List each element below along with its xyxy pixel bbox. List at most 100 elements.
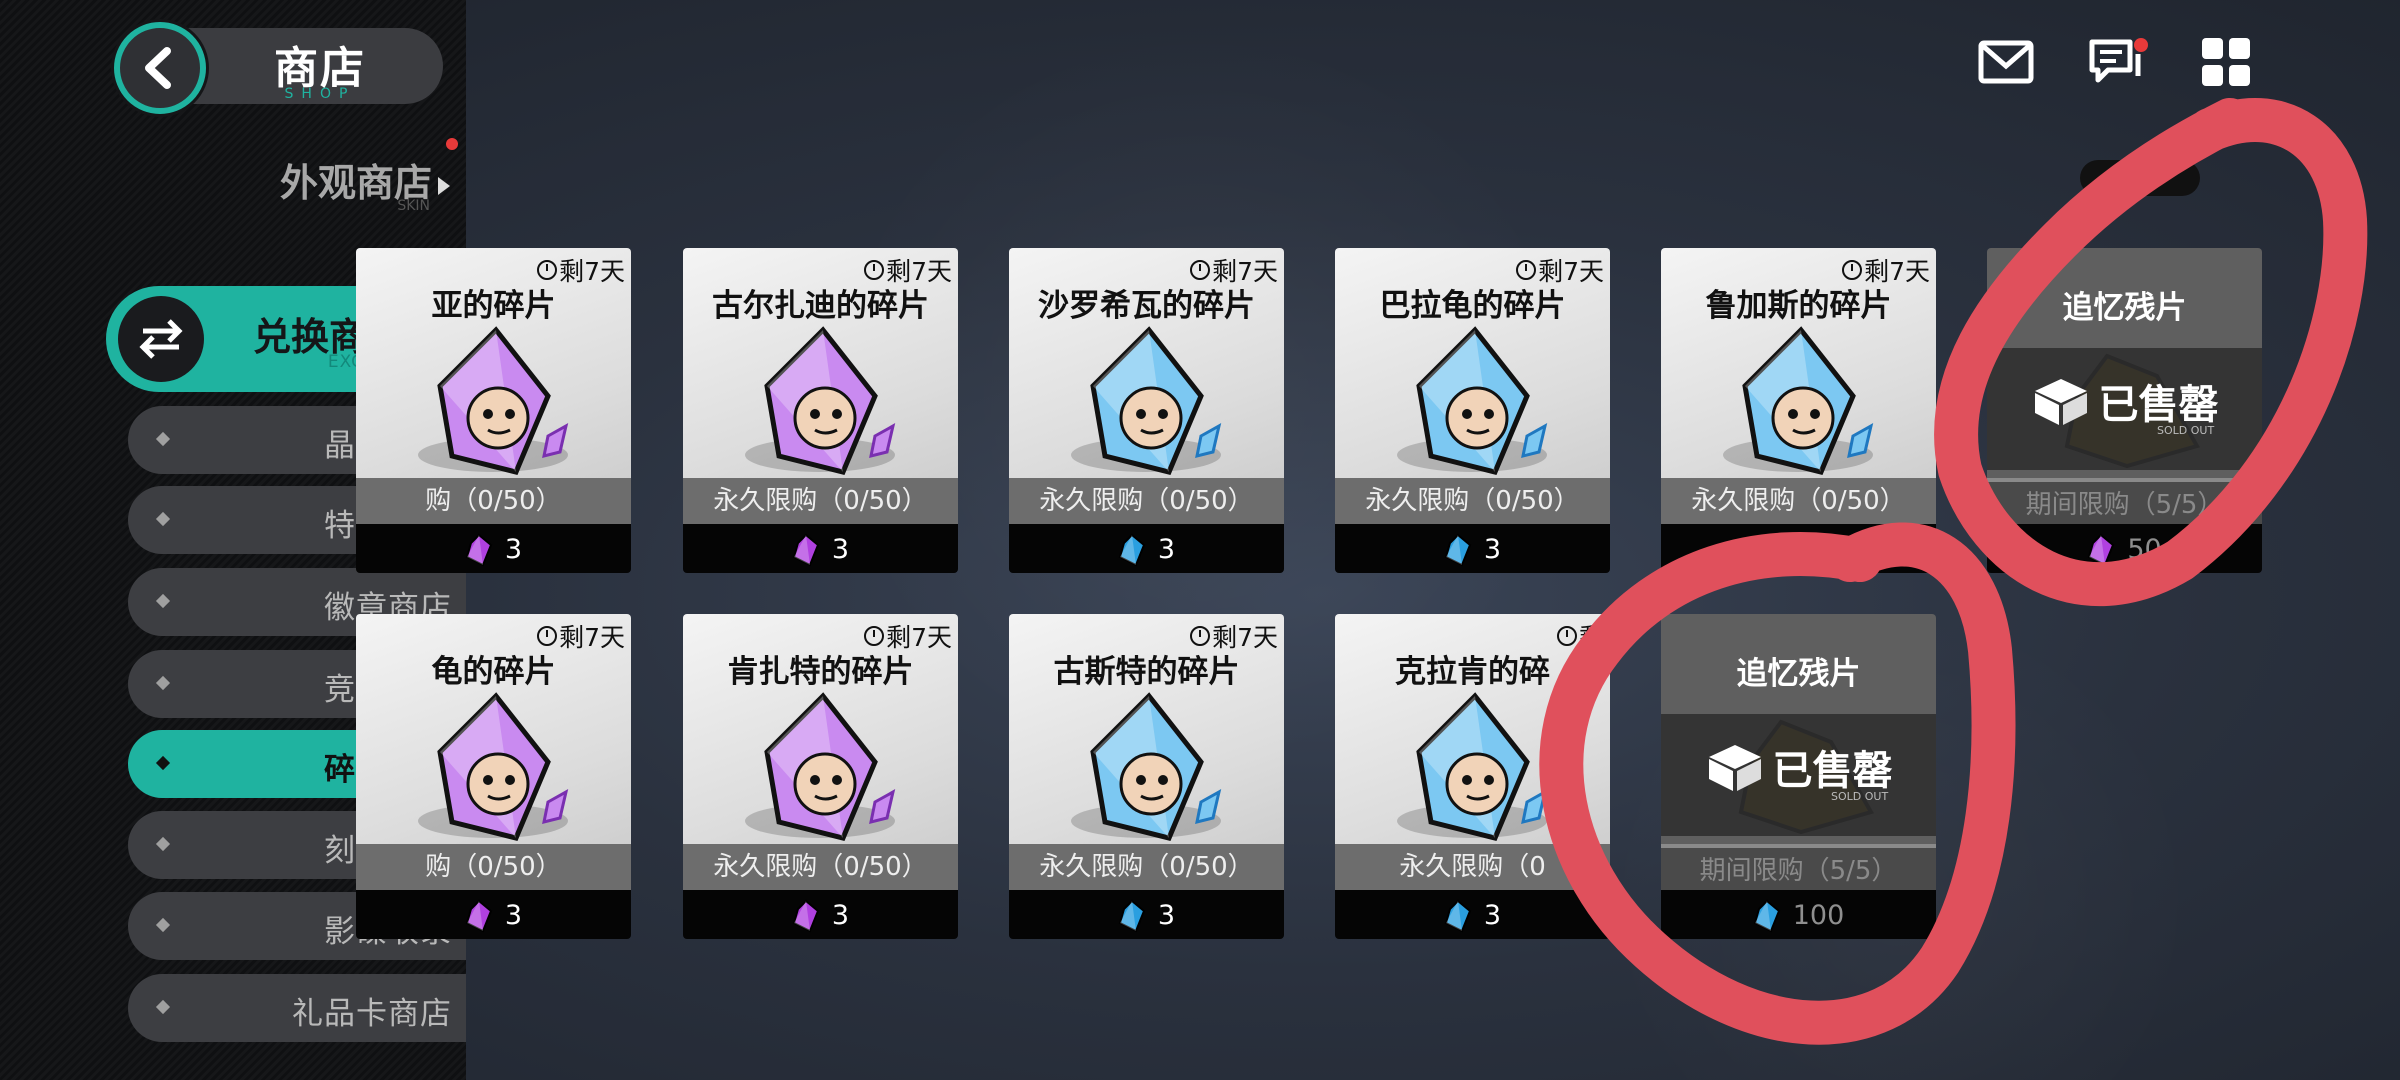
item-name: 古尔扎迪的碎片 (712, 288, 929, 324)
item-price (1661, 524, 1936, 573)
shard-currency-icon (1779, 533, 1806, 566)
item-name: 沙罗希瓦的碎片 (1038, 288, 1255, 324)
diamond-icon (155, 675, 171, 691)
shard-currency-icon (792, 533, 820, 566)
price-value: 3 (1157, 534, 1176, 565)
caret-right-icon (438, 176, 450, 195)
price-value: 3 (831, 534, 850, 565)
sold-out-sub: SOLD OUT (1831, 790, 1889, 803)
shard-currency-icon (1444, 899, 1472, 932)
purchase-limit: 永久限购（0/50） (1009, 844, 1284, 890)
shop-item-card[interactable]: 剩7天 古斯特的碎片 永久限购（0/50） 3 (1009, 614, 1284, 939)
item-name: 追忆残片 (1736, 656, 1861, 692)
shop-item-card[interactable]: 剩7天 亚的碎片 购（0/50） 3 (356, 248, 631, 573)
shop-item-card-sold[interactable]: 已售罄 SOLD OUT 追忆残片 期间限购（5/5） 50 (1987, 248, 2262, 573)
sold-out-sub: SOLD OUT (2157, 424, 2215, 437)
price-value: 3 (1483, 900, 1502, 931)
clock-icon (1556, 626, 1577, 646)
item-price: 3 (683, 890, 958, 939)
shard-currency-icon (1118, 899, 1146, 932)
character-shard-image (437, 326, 569, 475)
price-value: 3 (504, 900, 523, 931)
shop-item-card[interactable]: 剩7天 巴拉龟的碎片 永久限购（0/50） 3 (1335, 248, 1610, 573)
shard-currency-icon (1444, 533, 1472, 566)
purchase-limit: 永久限购（0/50） (683, 844, 958, 890)
purchase-limit: 永久限购（0/50） (1335, 478, 1610, 524)
shard-currency-icon (465, 899, 493, 932)
item-price: 100 (1661, 890, 1936, 939)
purchase-limit: 永久限购（0/50） (1009, 478, 1284, 524)
shop-item-card[interactable]: 剩7天 肯扎特的碎片 永久限购（0/50） 3 (683, 614, 958, 939)
clock-icon (1516, 260, 1537, 280)
sold-out-label: 已售罄 (1772, 748, 1893, 794)
purchase-limit: 永久限购（0 (1335, 844, 1610, 890)
diamond-icon (155, 755, 171, 771)
chat-button[interactable] (2086, 34, 2148, 90)
item-name: 肯扎特的碎片 (727, 654, 914, 690)
shop-item-card[interactable]: 剩克拉肯的碎 永久限购（0 3 (1335, 614, 1610, 939)
character-shard-image (764, 692, 896, 841)
diamond-icon (155, 999, 171, 1015)
price-value: 3 (1483, 534, 1502, 565)
price-value: 100 (1792, 900, 1845, 931)
mail-button[interactable] (1976, 34, 2036, 90)
purchase-limit: 永久限购（0/50） (683, 478, 958, 524)
sold-out-badge: 已售罄 SOLD OUT (1987, 372, 2262, 437)
shop-item-card[interactable]: 剩7天 沙罗希瓦的碎片 永久限购（0/50） 3 (1009, 248, 1284, 573)
item-price: 50 (1987, 524, 2262, 573)
price-value: 3 (504, 534, 523, 565)
diamond-icon (155, 917, 171, 933)
box-icon (2034, 379, 2087, 425)
character-shard-image (764, 326, 896, 475)
price-value: 3 (831, 900, 850, 931)
subnav-item-label: 礼品卡商店 (292, 996, 452, 1032)
subnav-item[interactable]: 礼品卡商店 (128, 974, 466, 1042)
item-price: 3 (1335, 524, 1610, 573)
notification-dot (446, 138, 458, 150)
shard-currency-icon (1118, 533, 1146, 566)
character-shard-image (437, 692, 569, 841)
diamond-icon (155, 511, 171, 527)
purchase-limit: 永久限购（0/50） (1661, 478, 1936, 524)
shard-currency-icon (792, 899, 820, 932)
diamond-icon (155, 431, 171, 447)
shard-currency-icon (465, 533, 493, 566)
clock-icon (537, 626, 558, 646)
item-name: 亚的碎片 (431, 288, 556, 324)
shop-item-card-sold[interactable]: 已售罄 SOLD OUT 追忆残片期间限购（5/5） 100 (1661, 614, 1936, 939)
item-name: 龟的碎片 (431, 654, 556, 690)
character-shard-image (1416, 692, 1548, 841)
clock-icon (864, 260, 885, 280)
shard-currency-icon (1753, 899, 1780, 932)
clock-icon (1190, 260, 1211, 280)
item-name: 克拉肯的碎 (1395, 654, 1550, 690)
chat-notification-dot (2134, 38, 2148, 52)
price-value: 50 (2127, 534, 2162, 565)
menu-button[interactable] (2196, 34, 2256, 90)
purchase-limit: 期间限购（5/5） (1987, 478, 2262, 524)
page-subtitle: SHOP (284, 86, 356, 102)
character-shard-image (1090, 326, 1222, 475)
shop-item-card[interactable]: 剩7天 古尔扎迪的碎片 永久限购（0/50） 3 (683, 248, 958, 573)
character-shard-image (1742, 326, 1874, 475)
item-price: 3 (1009, 524, 1284, 573)
item-price: 3 (356, 524, 631, 573)
purchase-limit: 期间限购（5/5） (1661, 844, 1936, 890)
back-button[interactable] (114, 22, 206, 114)
box-icon (1708, 745, 1761, 791)
clock-icon (1190, 626, 1211, 646)
shard-currency-icon (2088, 533, 2115, 566)
sold-out-badge: 已售罄 SOLD OUT (1661, 738, 1936, 803)
item-price: 3 (1335, 890, 1610, 939)
character-shard-image (1416, 326, 1548, 475)
sold-out-label: 已售罄 (2098, 382, 2219, 428)
skin-shop-sub: SKIN (397, 198, 430, 214)
item-price: 3 (356, 890, 631, 939)
item-price: 3 (1009, 890, 1284, 939)
shop-item-card[interactable]: 剩7天 龟的碎片 购（0/50） 3 (356, 614, 631, 939)
purchase-limit: 购（0/50） (356, 844, 631, 890)
item-name: 古斯特的碎片 (1053, 654, 1240, 690)
character-shard-image (1090, 692, 1222, 841)
diamond-icon (155, 836, 171, 852)
shop-item-card[interactable]: 剩7天 鲁加斯的碎片 永久限购（0/50） (1661, 248, 1936, 573)
